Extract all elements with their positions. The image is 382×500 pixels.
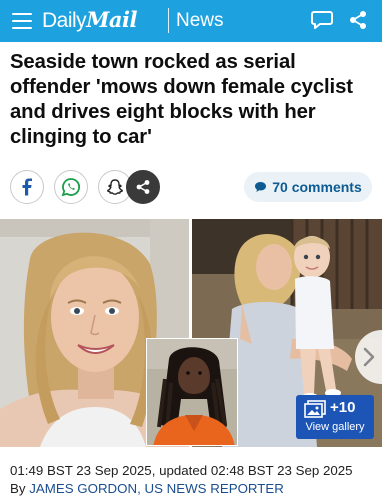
- gallery-label: View gallery: [305, 421, 365, 433]
- mugshot-image: [147, 339, 237, 445]
- suspect-mugshot[interactable]: [146, 338, 238, 446]
- gallery-count: +10: [330, 399, 356, 416]
- comments-button[interactable]: 70 comments: [244, 172, 372, 202]
- speech-bubble-icon[interactable]: [311, 10, 333, 30]
- section-label[interactable]: News: [176, 9, 224, 33]
- author-link[interactable]: JAMES GORDON, US NEWS REPORTER: [29, 481, 284, 496]
- share-icon: [136, 180, 150, 194]
- site-logo[interactable]: DailyMail: [42, 7, 137, 34]
- snapchat-icon: [107, 179, 123, 195]
- article-byline: By JAMES GORDON, US NEWS REPORTER: [10, 481, 284, 497]
- article-headline: Seaside town rocked as serial offender '…: [10, 51, 353, 148]
- whatsapp-icon: [61, 178, 80, 197]
- top-bar: DailyMail News: [0, 0, 382, 42]
- share-icon[interactable]: [349, 10, 367, 30]
- more-share-button[interactable]: [126, 170, 160, 204]
- facebook-share-button[interactable]: [10, 170, 44, 204]
- image-gallery-icon: [304, 400, 326, 418]
- header-divider: [168, 8, 169, 33]
- whatsapp-share-button[interactable]: [54, 170, 88, 204]
- brand-bold: Mail: [86, 7, 137, 32]
- article-timestamp: 01:49 BST 23 Sep 2025, updated 02:48 BST…: [10, 463, 353, 478]
- byline-prefix: By: [10, 481, 26, 496]
- comments-count: 70 comments: [272, 179, 362, 195]
- facebook-icon: [22, 178, 32, 196]
- hamburger-icon[interactable]: [12, 13, 32, 29]
- brand-thin: Daily: [42, 9, 87, 32]
- view-gallery-button[interactable]: +10 View gallery: [296, 395, 374, 439]
- comment-bubble-icon: [255, 182, 267, 192]
- chevron-right-icon: [363, 347, 375, 367]
